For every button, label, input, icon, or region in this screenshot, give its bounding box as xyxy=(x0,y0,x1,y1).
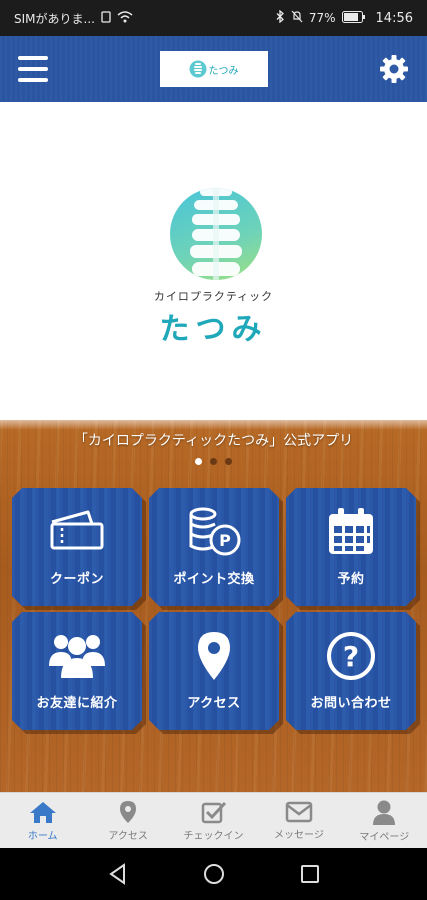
svg-text:P: P xyxy=(219,531,231,550)
nav-home-label: ホーム xyxy=(27,830,58,842)
bottom-nav: ホーム アクセス チェックイン メッセージ マイページ xyxy=(0,792,427,848)
map-pin-icon xyxy=(120,800,137,823)
header-logo: たつみ xyxy=(159,51,268,87)
user-icon xyxy=(373,800,396,825)
coupon-button[interactable]: クーポン xyxy=(12,488,142,606)
access-label: アクセス xyxy=(187,696,241,711)
svg-text:?: ? xyxy=(343,640,359,673)
slide-dot[interactable] xyxy=(225,458,232,465)
nav-mypage-label: マイページ xyxy=(359,831,410,843)
mute-icon xyxy=(291,10,303,26)
slide-dot[interactable] xyxy=(210,458,217,465)
logo-subtitle: カイロプラクティック xyxy=(153,290,274,303)
map-pin-icon xyxy=(198,632,230,680)
reservation-label: 予約 xyxy=(337,572,365,587)
logo-title: たつみ xyxy=(159,312,268,347)
contact-button[interactable]: ? お問い合わせ xyxy=(286,612,416,730)
wifi-icon xyxy=(117,10,133,26)
bluetooth-icon xyxy=(276,9,285,26)
header-logo-text: たつみ xyxy=(208,65,239,77)
refer-friend-label: お友達に紹介 xyxy=(36,696,118,711)
spine-logo-icon xyxy=(189,60,206,78)
carrier-label: SIMがありま... xyxy=(14,11,95,26)
slide-caption: 「カイロプラクティックたつみ」公式アプリ xyxy=(73,433,354,449)
recents-icon[interactable] xyxy=(300,864,320,884)
checkin-icon xyxy=(201,801,226,823)
app-header: たつみ xyxy=(0,36,427,102)
nav-access-label: アクセス xyxy=(108,830,148,842)
coupon-label: クーポン xyxy=(49,572,104,587)
mail-icon xyxy=(285,801,313,822)
slide-indicator xyxy=(0,458,427,465)
reservation-button[interactable]: 予約 xyxy=(286,488,416,606)
status-bar: SIMがありま... 77% 14:56 xyxy=(0,0,427,36)
access-button[interactable]: アクセス xyxy=(149,612,279,730)
battery-percent: 77% xyxy=(308,11,336,25)
calendar-icon xyxy=(329,508,373,554)
settings-gear-icon[interactable] xyxy=(379,54,409,84)
question-icon: ? xyxy=(327,632,375,680)
refer-friend-button[interactable]: お友達に紹介 xyxy=(12,612,142,730)
spine-logo-icon xyxy=(170,188,262,280)
nav-message[interactable]: メッセージ xyxy=(256,793,341,848)
home-icon xyxy=(29,801,56,823)
nav-access[interactable]: アクセス xyxy=(85,793,170,848)
nav-checkin-label: チェックイン xyxy=(183,830,244,842)
menu-panel: 「カイロプラクティックたつみ」公式アプリ クーポン P ポイント交換 予約 お友… xyxy=(0,420,427,792)
hamburger-menu-icon[interactable] xyxy=(18,56,48,82)
point-exchange-button[interactable]: P ポイント交換 xyxy=(149,488,279,606)
home-circle-icon[interactable] xyxy=(203,863,225,885)
coins-icon: P xyxy=(189,507,241,556)
nav-message-label: メッセージ xyxy=(274,829,324,841)
people-icon xyxy=(49,635,105,678)
system-nav-bar xyxy=(0,848,427,900)
nav-mypage[interactable]: マイページ xyxy=(342,793,427,848)
hero-banner[interactable]: カイロプラクティック たつみ xyxy=(0,102,427,420)
back-icon[interactable] xyxy=(108,863,128,885)
point-exchange-label: ポイント交換 xyxy=(173,572,255,587)
slide-dot[interactable] xyxy=(195,458,202,465)
contact-label: お問い合わせ xyxy=(310,696,392,711)
ticket-icon xyxy=(50,510,104,550)
battery-icon xyxy=(341,10,366,26)
clock: 14:56 xyxy=(375,10,413,26)
nav-checkin[interactable]: チェックイン xyxy=(171,793,256,848)
sim-icon xyxy=(101,10,111,26)
nav-home[interactable]: ホーム xyxy=(0,793,85,848)
